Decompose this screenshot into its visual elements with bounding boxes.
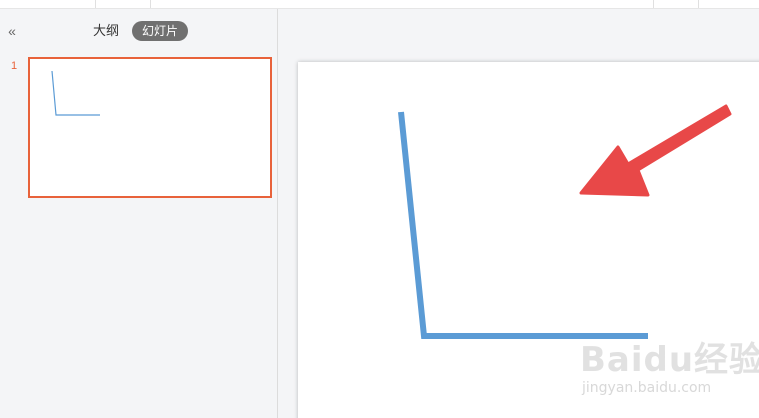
toolbar-divider [95,0,96,8]
slide-thumbnail[interactable] [28,57,272,198]
slide-canvas-area [278,9,759,418]
double-chevron-left-icon[interactable]: « [4,23,20,39]
toolbar-divider [150,0,151,8]
slide-canvas[interactable] [298,62,759,418]
toolbar-divider [653,0,654,8]
red-arrow[interactable] [579,104,732,197]
blue-l-line[interactable] [398,111,648,339]
slide-number: 1 [11,60,18,72]
tab-slides[interactable]: 幻灯片 [132,21,189,41]
presentation-editor: « 大纲 幻灯片 1 Baidu经验 jingyan.baidu.com [0,0,759,418]
thumbnail-l-line [51,70,100,116]
toolbar-divider [698,0,699,8]
slide-shapes [398,104,732,339]
thumbnail-preview [51,70,100,116]
slide-panel: « 大纲 幻灯片 1 [0,9,278,418]
toolbar-edge [0,0,759,9]
tab-outline[interactable]: 大纲 [93,22,119,40]
